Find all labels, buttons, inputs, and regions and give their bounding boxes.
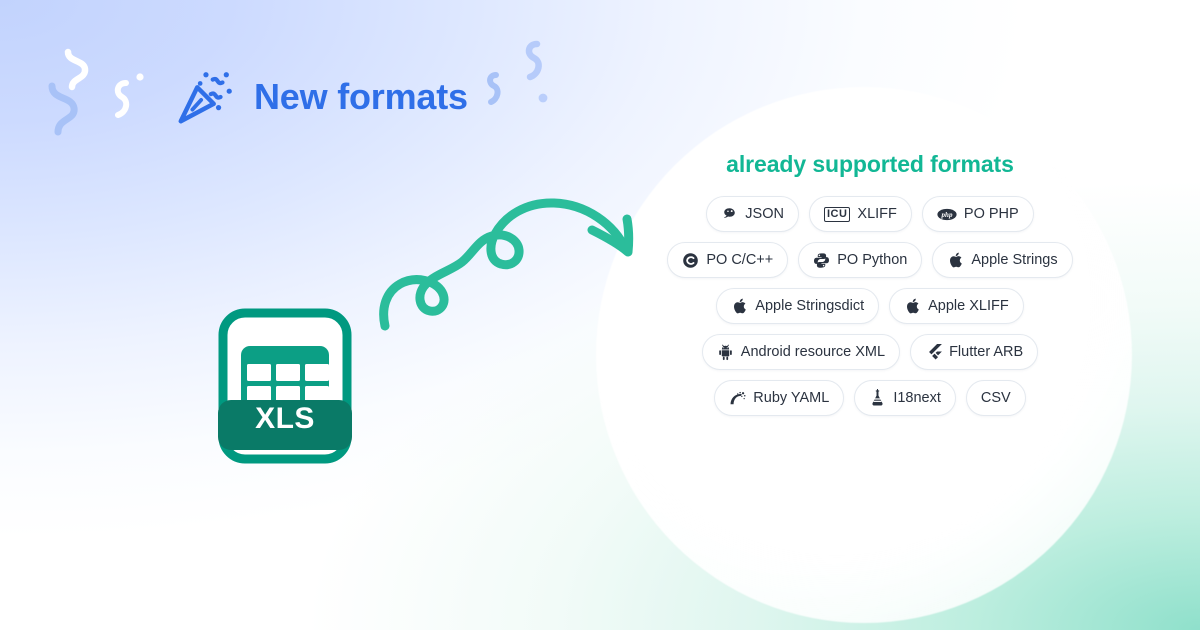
- format-tag-xliff[interactable]: ICU XLIFF: [808, 196, 912, 233]
- apple-icon: [904, 298, 921, 315]
- format-tag-label: JSON: [745, 206, 784, 223]
- format-tag-label: CSV: [980, 390, 1011, 407]
- format-tag-apple-strings[interactable]: Apple Strings: [932, 242, 1073, 279]
- i18next-flask-icon: [869, 389, 886, 407]
- ruby-on-rails-icon: [729, 390, 746, 407]
- format-tag-po-c-c[interactable]: PO C/C++: [667, 242, 789, 279]
- party-popper-icon: [174, 66, 236, 128]
- dot-decoration-blue: [538, 93, 548, 103]
- format-tag-label: PO C/C++: [706, 252, 774, 269]
- format-tag-label: Apple XLIFF: [928, 298, 1009, 315]
- format-tag-row: JSON ICU XLIFF php PO PHP: [666, 196, 1074, 233]
- format-tag-i18next[interactable]: I18next: [854, 380, 956, 417]
- svg-text:php: php: [940, 211, 952, 219]
- json-icon: [721, 206, 738, 223]
- format-tag-list: JSON ICU XLIFF php PO PHP PO C/C++ PO Python Ap…: [666, 196, 1074, 417]
- format-tag-csv[interactable]: CSV: [965, 380, 1026, 417]
- supported-formats-panel: already supported formats JSON ICU XLIFF ph…: [666, 150, 1074, 426]
- format-tag-row: Apple Stringsdict Apple XLIFF: [666, 288, 1074, 325]
- apple-icon: [947, 252, 964, 269]
- promo-banner: New formats XLS already supported format…: [0, 0, 1200, 630]
- format-tag-json[interactable]: JSON: [706, 196, 799, 233]
- squiggle-decoration-white-lower: [110, 80, 144, 120]
- supported-formats-title: already supported formats: [726, 151, 1014, 177]
- format-tag-android-resource-xml[interactable]: Android resource XML: [701, 334, 901, 371]
- php-icon: php: [937, 206, 957, 223]
- format-tag-row: PO C/C++ PO Python Apple Strings: [666, 242, 1074, 279]
- squiggle-decoration-blue-left: [48, 82, 102, 138]
- apple-icon: [731, 298, 748, 315]
- format-tag-row: Ruby YAML I18next CSV: [666, 380, 1074, 417]
- c-language-icon: [682, 252, 699, 269]
- format-tag-row: Android resource XML Flutter ARB: [666, 334, 1074, 371]
- format-tag-flutter-arb[interactable]: Flutter ARB: [910, 334, 1039, 371]
- format-tag-label: Apple Stringsdict: [755, 298, 865, 315]
- curly-arrow-icon: [378, 158, 650, 334]
- squiggle-decoration-blue-right-large: [522, 40, 550, 88]
- format-tag-label: Ruby YAML: [753, 390, 830, 407]
- python-icon: [813, 252, 830, 269]
- format-tag-label: Apple Strings: [971, 252, 1058, 269]
- format-tag-apple-stringsdict[interactable]: Apple Stringsdict: [716, 288, 880, 325]
- android-icon: [717, 344, 734, 361]
- format-tag-label: I18next: [893, 390, 941, 407]
- format-tag-label: Android resource XML: [740, 344, 886, 361]
- banner-header: New formats: [174, 66, 468, 128]
- flutter-icon: [925, 344, 942, 361]
- dot-decoration-white: [136, 73, 144, 81]
- format-tag-po-php[interactable]: php PO PHP: [921, 196, 1034, 233]
- squiggle-decoration-white-upper: [64, 48, 106, 92]
- format-tag-label: XLIFF: [857, 206, 897, 223]
- xls-file-label: XLS: [255, 402, 315, 435]
- format-tag-ruby-yaml[interactable]: Ruby YAML: [714, 380, 845, 417]
- xls-file-icon: XLS: [218, 308, 352, 464]
- format-tag-po-python[interactable]: PO Python: [798, 242, 923, 279]
- page-title: New formats: [254, 76, 468, 117]
- format-tag-label: PO Python: [837, 252, 908, 269]
- format-tag-label: Flutter ARB: [949, 344, 1024, 361]
- format-tag-label: PO PHP: [963, 206, 1019, 223]
- format-tag-apple-xliff[interactable]: Apple XLIFF: [889, 288, 1024, 325]
- icu-icon: ICU: [823, 206, 851, 223]
- squiggle-decoration-blue-right-small: [484, 72, 508, 112]
